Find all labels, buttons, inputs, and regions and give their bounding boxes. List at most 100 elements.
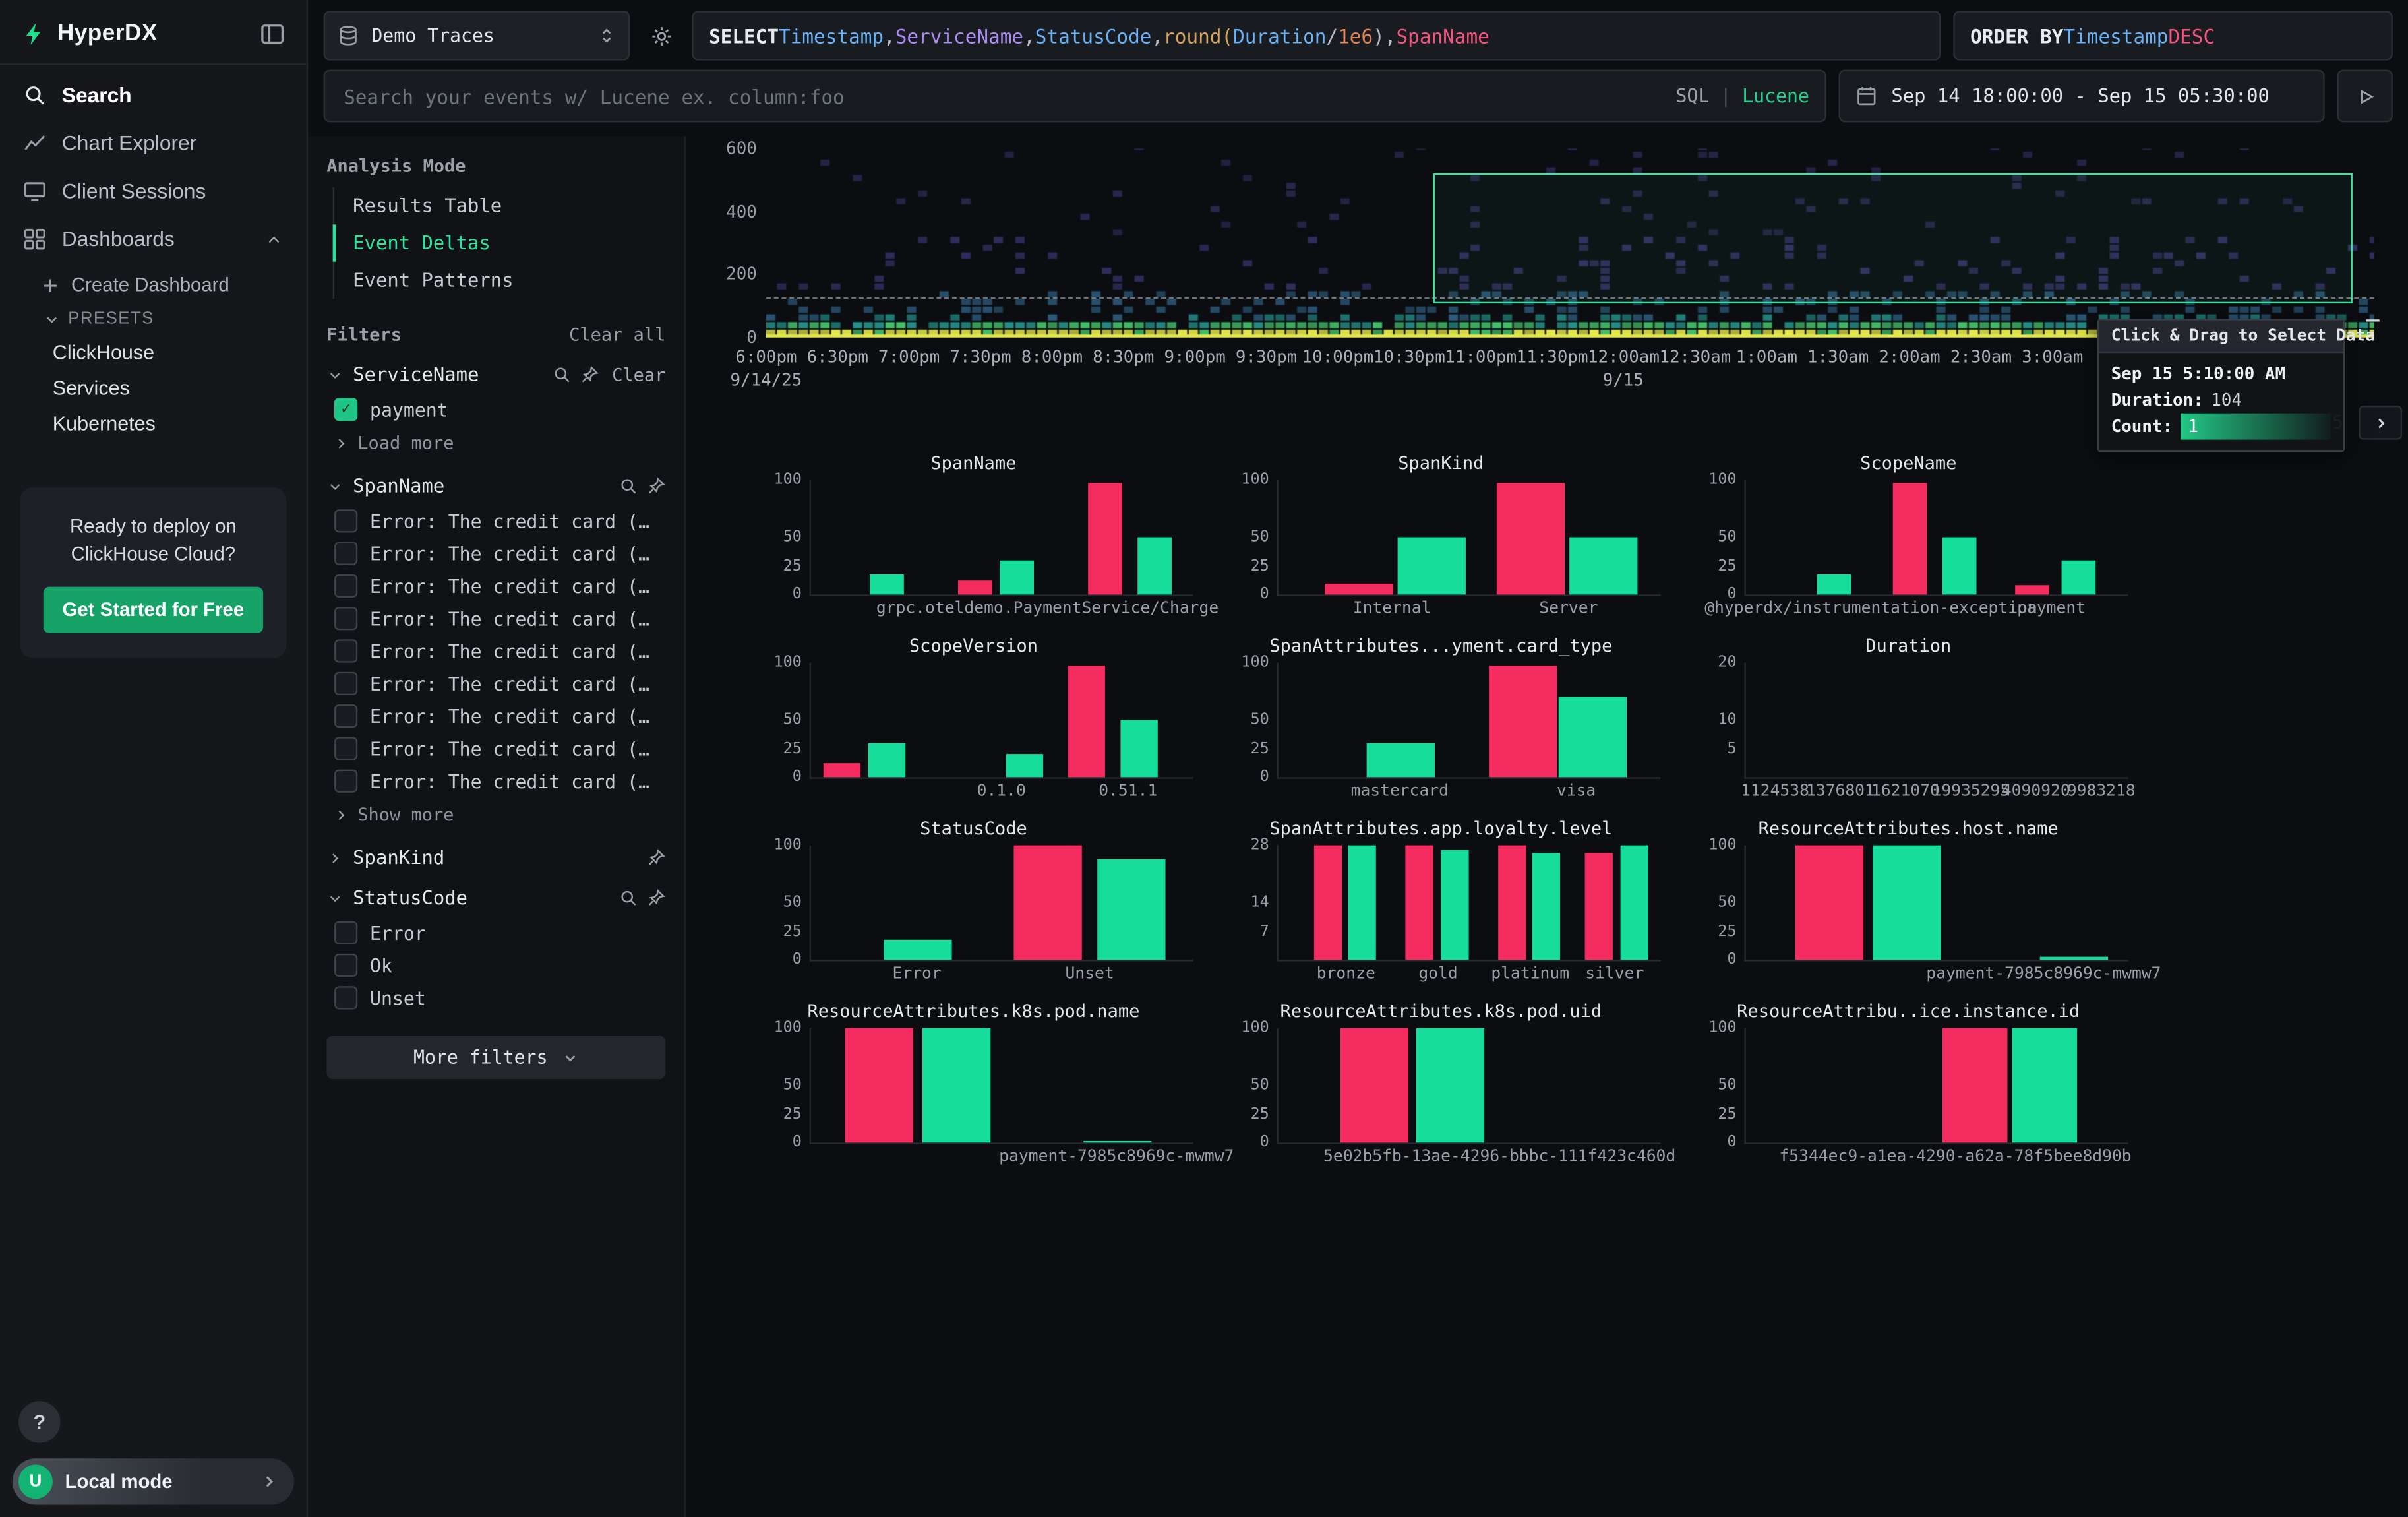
pin-filter-icon[interactable] [647,888,665,907]
clear-all-filters-link[interactable]: Clear all [569,324,665,346]
mini-chart-y-tick: 50 [749,894,802,912]
filter-group-header-spankind[interactable]: SpanKind [326,847,665,869]
bar-green [884,939,952,960]
sidebar-item-chart-explorer[interactable]: Chart Explorer [0,119,307,168]
checkbox[interactable]: ✓ [334,398,357,421]
sidebar-item-dashboards[interactable]: Dashboards [0,215,307,263]
checkbox[interactable] [334,921,357,944]
create-dashboard-button[interactable]: Create Dashboard [0,266,307,303]
checkbox[interactable] [334,770,357,793]
filter-group-header-statuscode[interactable]: StatusCode [326,887,665,909]
lucene-mode-toggle[interactable]: Lucene [1742,85,1809,107]
checkbox[interactable] [334,639,357,662]
query-language-toggle: SQL | Lucene [1675,85,1809,107]
mini-chart-x-axis: InternalServer [1277,599,1661,619]
filter-checkbox-row[interactable]: Error: The credit card (… [326,732,665,764]
mini-chart-spanname: SpanName10050250grpc.oteldemo.PaymentSer… [741,452,1205,619]
checkbox[interactable] [334,986,357,1009]
mini-chart-x-tick: visa [1557,782,1596,800]
bar-green [870,574,905,594]
preset-dashboard-services[interactable]: Services [0,370,307,406]
mini-chart-y-tick: 0 [749,768,802,786]
clear-filter-link[interactable]: Clear [612,364,665,386]
pin-filter-icon[interactable] [647,848,665,867]
source-settings-button[interactable] [642,17,679,54]
event-deltas-chart-grid: SpanName10050250grpc.oteldemo.PaymentSer… [741,452,2390,1167]
filter-group-header-spanname[interactable]: SpanName [326,476,665,497]
sidebar-nav: SearchChart ExplorerClient SessionsDashb… [0,71,307,263]
filter-checkbox-row[interactable]: Error: The credit card (… [326,765,665,797]
presets-toggle[interactable]: PRESETS [0,303,307,334]
next-page-button[interactable] [2359,406,2402,440]
checkbox[interactable] [334,542,357,565]
date-range-picker[interactable]: Sep 14 18:00:00 - Sep 15 05:30:00 [1839,70,2325,123]
filter-checkbox-row[interactable]: Error: The credit card (… [326,602,665,635]
sql-token: ), [1373,24,1396,47]
run-query-button[interactable] [2337,70,2393,123]
filter-value-label: Unset [370,987,426,1008]
get-started-button[interactable]: Get Started for Free [44,587,262,633]
sidebar-collapse-icon[interactable] [260,21,285,46]
filter-checkbox-row[interactable]: Ok [326,949,665,981]
filter-checkbox-row[interactable]: Error: The credit card (… [326,538,665,570]
checkbox[interactable] [334,574,357,598]
filter-checkbox-row[interactable]: Error: The credit card (… [326,505,665,537]
checkbox[interactable] [334,672,357,695]
analysis-mode-event-patterns[interactable]: Event Patterns [334,262,665,299]
filter-group-header-servicename[interactable]: ServiceNameClear [326,364,665,386]
order-by-input[interactable]: ORDER BY Timestamp DESC [1953,11,2393,60]
heatmap-selection-rect[interactable] [1433,173,2353,303]
search-input[interactable] [340,83,1663,109]
preset-dashboard-kubernetes[interactable]: Kubernetes [0,406,307,441]
filter-checkbox-row[interactable]: ✓payment [326,393,665,425]
mini-chart-scopename: ScopeName10050250@hyperdx/instrumentatio… [1676,452,2140,619]
mini-chart-y-tick: 7 [1217,923,1269,940]
search-filter-icon[interactable] [619,888,638,907]
app-root: HyperDX SearchChart ExplorerClient Sessi… [0,0,2408,1517]
bar-green [1098,859,1166,960]
tooltip-count-value: 1 [2181,414,2331,440]
filter-checkbox-row[interactable]: Unset [326,981,665,1014]
bar-pink [823,764,860,778]
heatmap-x-tick: 11:00pm [1445,347,1517,367]
local-mode-pill[interactable]: U Local mode [13,1458,294,1504]
preset-dashboard-clickhouse[interactable]: ClickHouse [0,334,307,370]
pin-filter-icon[interactable] [647,477,665,495]
search-filter-icon[interactable] [553,365,572,384]
checkbox[interactable] [334,607,357,630]
sql-mode-toggle[interactable]: SQL [1675,85,1709,107]
load-more-link[interactable]: Load more [326,426,665,457]
sidebar-item-client-sessions[interactable]: Client Sessions [0,168,307,216]
analysis-mode-event-deltas[interactable]: Event Deltas [333,224,666,261]
checkbox[interactable] [334,954,357,977]
mini-chart-plot: 10050250 [810,846,1193,962]
help-button[interactable]: ? [18,1401,60,1442]
show-more-link[interactable]: Show more [326,797,665,828]
checkbox[interactable] [334,509,357,532]
search-toolbar: SQL | Lucene Sep 14 18:00:00 - Sep 15 05… [308,65,2408,137]
sql-select-input[interactable]: SELECT Timestamp, ServiceName, StatusCod… [692,11,1941,60]
bar-green [1367,743,1435,777]
pin-filter-icon[interactable] [581,365,599,384]
sidebar-footer: ? U Local mode [0,1389,307,1517]
checkbox[interactable] [334,737,357,760]
mini-chart-scopeversion: ScopeVersion100502500.1.00.51.1 [741,635,1205,802]
search-filter-icon[interactable] [619,477,638,495]
filter-checkbox-row[interactable]: Error: The credit card (… [326,667,665,700]
filter-checkbox-row[interactable]: Error: The credit card (… [326,700,665,732]
more-filters-button[interactable]: More filters [326,1036,665,1079]
chevron-right-icon [333,806,350,823]
tooltip-duration-row: Duration: 104 [2111,387,2331,414]
date-range-value: Sep 14 18:00:00 - Sep 15 05:30:00 [1891,85,2269,107]
filter-checkbox-row[interactable]: Error: The credit card (… [326,635,665,667]
mini-chart-y-tick: 25 [749,740,802,757]
bar-green [1943,538,1977,595]
filter-checkbox-row[interactable]: Error: The credit card (… [326,570,665,602]
bar-green [922,1028,990,1143]
checkbox[interactable] [334,704,357,728]
heatmap-y-tick: 200 [707,264,757,285]
filter-checkbox-row[interactable]: Error [326,917,665,949]
sidebar-item-search[interactable]: Search [0,71,307,119]
analysis-mode-results-table[interactable]: Results Table [334,187,665,224]
source-select[interactable]: Demo Traces [324,11,630,60]
